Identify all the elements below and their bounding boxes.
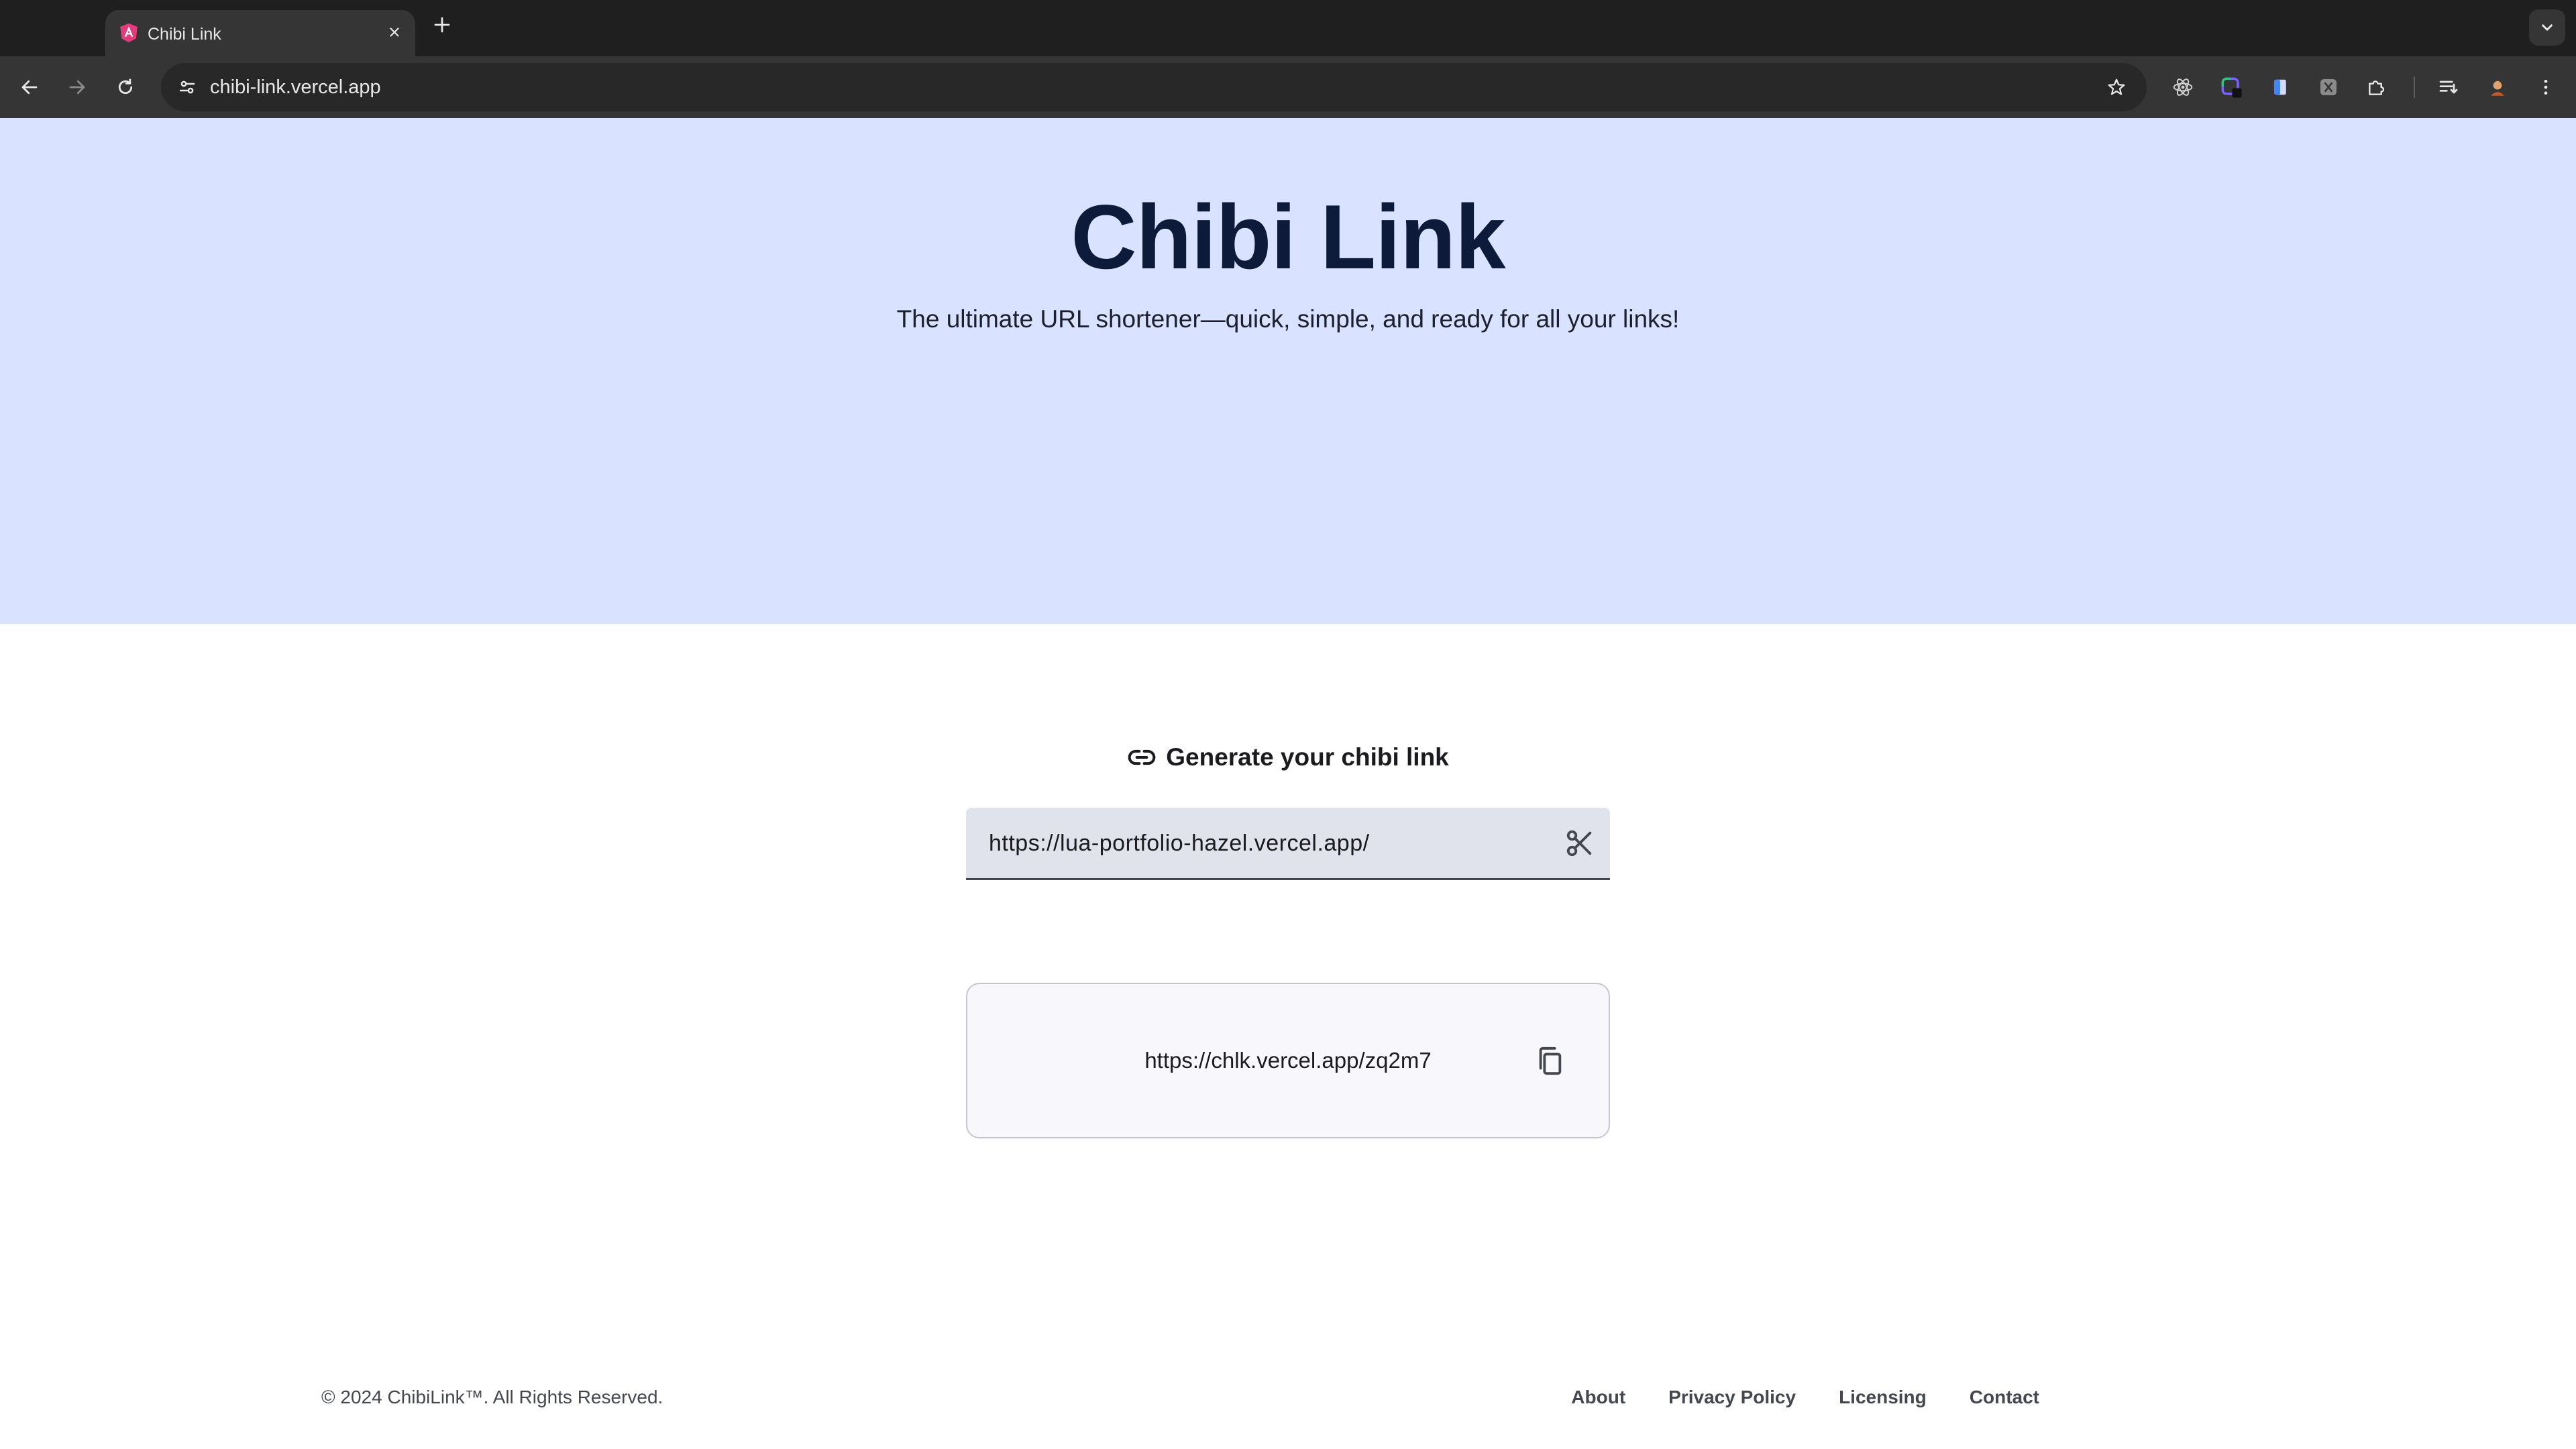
tab-search-chevron-down-icon[interactable]	[2529, 9, 2565, 46]
new-tab-plus-icon[interactable]	[432, 15, 452, 35]
address-bar[interactable]: chibi-link.vercel.app	[161, 63, 2147, 111]
profile-avatar-icon[interactable]	[2482, 72, 2513, 103]
bookmark-star-icon[interactable]	[2101, 72, 2132, 103]
footer-link-about[interactable]: About	[1571, 1387, 1625, 1408]
close-tab-icon[interactable]	[384, 22, 405, 42]
reading-list-icon[interactable]	[2433, 72, 2464, 103]
generator-heading-text: Generate your chibi link	[1166, 743, 1449, 771]
short-link-card: https://chlk.vercel.app/zq2m7	[966, 983, 1610, 1138]
toolbar-divider	[2414, 76, 2415, 98]
footer-link-privacy-policy[interactable]: Privacy Policy	[1668, 1387, 1796, 1408]
document-icon[interactable]	[2265, 72, 2296, 103]
browser-tab-strip: Chibi Link	[0, 0, 2576, 56]
page-title: Chibi Link	[1071, 186, 1505, 288]
long-url-field[interactable]	[966, 808, 1610, 880]
address-url[interactable]: chibi-link.vercel.app	[210, 76, 381, 99]
puzzle-extensions-icon[interactable]	[2361, 72, 2392, 103]
footer-link-contact[interactable]: Contact	[1970, 1387, 2039, 1408]
footer-copyright: © 2024 ChibiLink™. All Rights Reserved.	[321, 1387, 663, 1407]
footer-nav: About Privacy Policy Licensing Contact	[1571, 1387, 2039, 1408]
footer-link-licensing[interactable]: Licensing	[1839, 1387, 1927, 1408]
browser-tab[interactable]: Chibi Link	[105, 10, 415, 56]
copy-icon[interactable]	[1531, 1042, 1568, 1079]
tab-title: Chibi Link	[148, 25, 221, 44]
back-arrow-icon[interactable]	[14, 72, 45, 103]
color-picker-icon[interactable]	[2216, 72, 2247, 103]
long-url-input[interactable]	[987, 825, 1540, 861]
more-menu-icon[interactable]	[2530, 72, 2561, 103]
reload-icon[interactable]	[110, 72, 141, 103]
angular-a-icon	[120, 23, 138, 43]
scissors-icon[interactable]	[1563, 826, 1597, 860]
link-icon	[1128, 749, 1156, 765]
short-url-text[interactable]: https://chlk.vercel.app/zq2m7	[967, 1048, 1609, 1073]
page-subtitle: The ultimate URL shortener—quick, simple…	[896, 305, 1680, 333]
site-settings-tune-icon[interactable]	[172, 72, 203, 103]
grid-extension-icon[interactable]	[2313, 72, 2344, 103]
browser-toolbar: chibi-link.vercel.app	[0, 56, 2576, 118]
forward-arrow-icon[interactable]	[62, 72, 93, 103]
generator-heading: Generate your chibi link	[0, 743, 2576, 772]
react-devtools-icon[interactable]	[2167, 72, 2198, 103]
